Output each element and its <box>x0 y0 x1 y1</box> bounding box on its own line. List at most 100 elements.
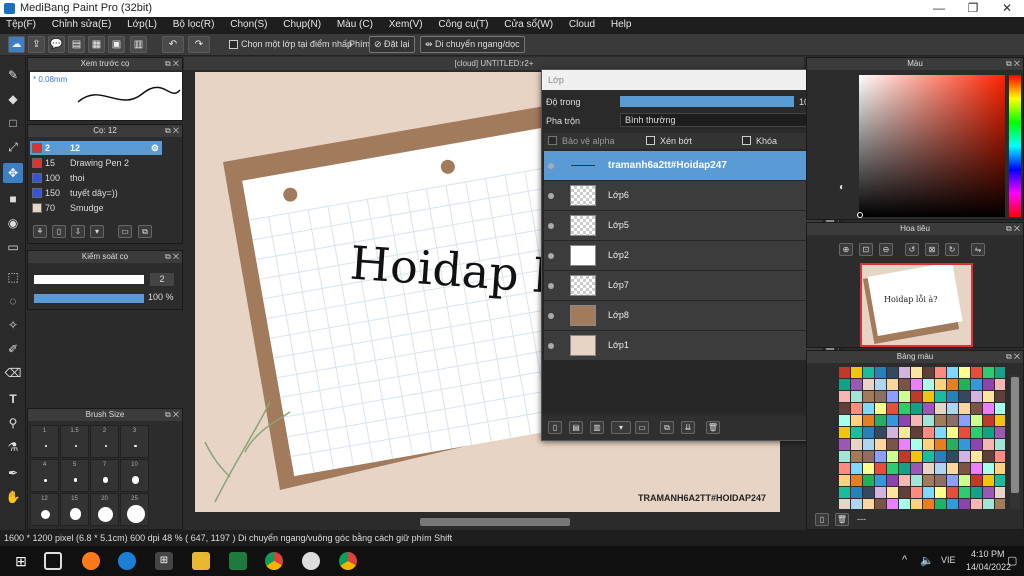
palette-swatch[interactable] <box>971 427 982 438</box>
menu-help[interactable]: Help <box>605 17 639 30</box>
merge-layer-icon[interactable]: ⇊ <box>681 421 695 434</box>
palette-swatch[interactable] <box>947 463 958 474</box>
palette-swatch[interactable] <box>971 451 982 462</box>
palette-swatch[interactable] <box>839 367 850 378</box>
palette-swatch[interactable] <box>995 403 1005 414</box>
palette-swatch[interactable] <box>911 451 922 462</box>
palette-swatch[interactable] <box>899 415 910 426</box>
clock-date[interactable]: 14/04/2022 <box>966 562 1011 572</box>
palette-swatch[interactable] <box>959 427 970 438</box>
brush-size-cell[interactable]: 1 <box>30 425 59 458</box>
page-icon[interactable]: ▦ <box>88 36 105 53</box>
menu-snap[interactable]: Chụp(N) <box>277 17 328 30</box>
palette-swatch[interactable] <box>887 379 898 390</box>
size-value[interactable]: 2 <box>150 273 174 286</box>
palette-swatch[interactable] <box>851 367 862 378</box>
palette-swatch[interactable] <box>899 427 910 438</box>
palette-swatch[interactable] <box>887 427 898 438</box>
palette-swatch[interactable] <box>971 379 982 390</box>
eyedropper-icon[interactable]: ✒ <box>3 463 23 483</box>
palette-swatch[interactable] <box>971 391 982 402</box>
brush-size-cell[interactable]: 2 <box>90 425 119 458</box>
palette-swatch[interactable] <box>851 427 862 438</box>
file-explorer-icon[interactable] <box>192 552 210 570</box>
reset-button[interactable]: ⊘ Đặt lại <box>369 36 415 53</box>
new-brush-icon[interactable]: ▯ <box>52 225 66 238</box>
palette-swatch[interactable] <box>923 403 934 414</box>
panel-menu-icon[interactable]: ⧉ ✕ <box>165 251 179 263</box>
palette-swatch[interactable] <box>899 391 910 402</box>
windows-start-icon[interactable]: ⊞ <box>12 552 30 570</box>
hand-tool-icon[interactable]: ✋ <box>3 487 23 507</box>
palette-swatch[interactable] <box>959 403 970 414</box>
brush-size-cell[interactable]: 25 <box>120 493 149 526</box>
menu-layer[interactable]: Lớp(L) <box>121 17 164 30</box>
brush-item[interactable]: 100 thoi <box>30 171 162 185</box>
palette-swatch[interactable] <box>875 391 886 402</box>
palette-swatch[interactable] <box>863 475 874 486</box>
duplicate-icon[interactable]: ⧉ <box>138 225 152 238</box>
palette-swatch[interactable] <box>839 415 850 426</box>
palette-swatch[interactable] <box>935 415 946 426</box>
palette-swatch[interactable] <box>887 499 898 509</box>
palette-swatch[interactable] <box>959 391 970 402</box>
palette-swatch[interactable] <box>947 403 958 414</box>
palette-swatch[interactable] <box>935 451 946 462</box>
menu-select[interactable]: Chọn(S) <box>224 17 274 30</box>
palette-swatch[interactable] <box>911 487 922 498</box>
palette-swatch[interactable] <box>959 487 970 498</box>
palette-swatch[interactable] <box>971 403 982 414</box>
palette-swatch[interactable] <box>995 367 1005 378</box>
panel-menu-icon[interactable]: ⧉ ✕ <box>165 58 179 70</box>
palette-swatch[interactable] <box>911 439 922 450</box>
brush-item[interactable]: 150 tuyết dây=)) <box>30 186 162 200</box>
panel-menu-icon[interactable]: ⧉ ✕ <box>165 409 179 421</box>
layer-opacity-slider[interactable] <box>620 96 794 107</box>
pen-tool-icon[interactable]: ⤢ <box>3 137 23 157</box>
palette-swatch[interactable] <box>995 463 1005 474</box>
palette-swatch[interactable] <box>887 451 898 462</box>
notification-icon[interactable]: ▢ <box>1007 554 1017 567</box>
palette-swatch[interactable] <box>983 475 994 486</box>
delete-layer-icon[interactable]: 🗑 <box>706 421 720 434</box>
palette-swatch[interactable] <box>935 379 946 390</box>
visibility-icon[interactable] <box>548 193 554 199</box>
palette-swatch[interactable] <box>935 475 946 486</box>
brush-size-cell[interactable]: 7 <box>90 459 119 492</box>
redo-icon[interactable]: ↷ <box>188 36 210 53</box>
menu-window[interactable]: Cửa sổ(W) <box>498 17 560 30</box>
palette-swatch[interactable] <box>851 475 862 486</box>
palette-swatch[interactable] <box>887 367 898 378</box>
maximize-button[interactable]: ❐ <box>956 0 990 17</box>
panel-menu-icon[interactable]: ⧉ ✕ <box>1006 223 1020 235</box>
palette-swatch[interactable] <box>899 463 910 474</box>
layer-row[interactable]: Lớp6 <box>544 181 822 211</box>
palette-swatch[interactable] <box>923 379 934 390</box>
lock-checkbox[interactable] <box>742 136 751 145</box>
clock-time[interactable]: 4:10 PM <box>971 549 1005 559</box>
palette-swatch[interactable] <box>923 487 934 498</box>
palette-swatch[interactable] <box>863 451 874 462</box>
zoom-fit-icon[interactable]: ⊡ <box>859 243 873 256</box>
palette-swatch[interactable] <box>863 403 874 414</box>
delete-color-icon[interactable]: 🗑 <box>835 513 849 526</box>
palette-swatch[interactable] <box>887 439 898 450</box>
palette-scrollbar[interactable] <box>1010 375 1020 509</box>
palette-swatch[interactable] <box>983 391 994 402</box>
palette-swatch[interactable] <box>923 427 934 438</box>
reset-zoom-icon[interactable]: ⊠ <box>925 243 939 256</box>
operation-tool-icon[interactable]: ⚲ <box>3 413 23 433</box>
zoom-in-icon[interactable]: ⊕ <box>839 243 853 256</box>
palette-swatch[interactable] <box>971 415 982 426</box>
palette-swatch[interactable] <box>887 475 898 486</box>
speaker-icon[interactable]: 🔈 <box>920 554 934 567</box>
palette-swatch[interactable] <box>995 439 1005 450</box>
brush-size-cell[interactable]: 12 <box>30 493 59 526</box>
palette-swatch[interactable] <box>839 499 850 509</box>
palette-swatch[interactable] <box>911 475 922 486</box>
palette-swatch[interactable] <box>983 379 994 390</box>
new-8bit-layer-icon[interactable]: ▥ <box>590 421 604 434</box>
rotate-left-icon[interactable]: ↺ <box>905 243 919 256</box>
palette-swatch[interactable] <box>851 451 862 462</box>
palette-swatch[interactable] <box>947 451 958 462</box>
